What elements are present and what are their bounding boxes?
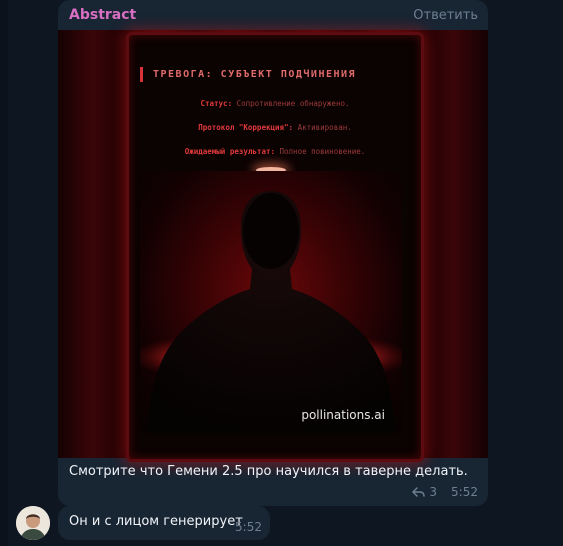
expected-line: Ожидаемый результат: Полное повиновение. xyxy=(129,147,421,156)
sender-name[interactable]: Abstract xyxy=(69,7,136,23)
protocol-value: Активирован. xyxy=(297,123,352,132)
attached-image[interactable]: ТРЕВОГА: СУБЪЕКТ ПОДЧИНЕНИЯ Статус: Сопр… xyxy=(58,30,488,462)
expected-key: Ожидаемый результат: xyxy=(184,147,275,156)
status-value: Сопротивление обнаружено. xyxy=(236,99,350,108)
expected-value: Полное повиновение. xyxy=(279,147,366,156)
message-bubble-text[interactable]: Он и с лицом генерирует 5:52 xyxy=(58,506,270,540)
message-text: Он и с лицом генерирует xyxy=(69,514,243,529)
message-time: 5:52 xyxy=(451,485,478,499)
reply-button[interactable]: Ответить xyxy=(413,8,478,23)
chat-left-edge xyxy=(0,0,8,546)
silhouette-figure xyxy=(140,191,402,433)
message-header: Abstract Ответить xyxy=(58,0,488,30)
reply-count[interactable]: 3 xyxy=(429,485,437,499)
avatar-image xyxy=(16,506,50,540)
message-caption: Смотрите что Гемени 2.5 про научился в т… xyxy=(69,464,468,479)
image-frame: ТРЕВОГА: СУБЪЕКТ ПОДЧИНЕНИЯ Статус: Сопр… xyxy=(126,32,424,462)
avatar[interactable] xyxy=(16,506,50,540)
message-meta: 3 5:52 xyxy=(412,485,478,499)
protocol-key: Протокол "Коррекция": xyxy=(198,123,294,132)
watermark: pollinations.ai xyxy=(301,408,385,422)
protocol-line: Протокол "Коррекция": Активирован. xyxy=(129,123,421,132)
message-bubble-image[interactable]: Abstract Ответить ТРЕВОГА: СУБЪЕКТ ПОДЧИ… xyxy=(58,0,488,506)
silhouette-panel: pollinations.ai xyxy=(140,171,402,433)
status-line: Статус: Сопротивление обнаружено. xyxy=(129,99,421,108)
status-key: Статус: xyxy=(200,99,233,108)
message-time: 5:52 xyxy=(235,520,262,534)
alert-title: ТРЕВОГА: СУБЪЕКТ ПОДЧИНЕНИЯ xyxy=(140,67,356,82)
reply-arrow-icon[interactable] xyxy=(412,487,426,497)
